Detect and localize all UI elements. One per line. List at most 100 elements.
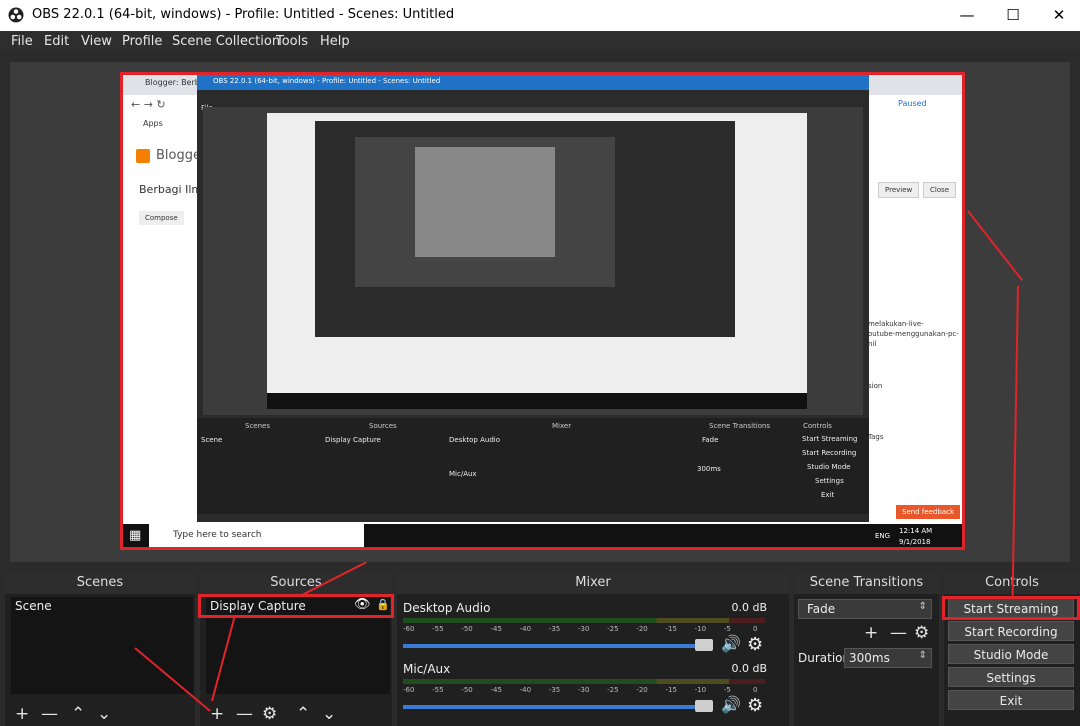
settings-button[interactable]: Settings [948,667,1074,687]
nested-studio-mode: Studio Mode [807,463,851,471]
menu-help[interactable]: Help [320,34,350,49]
nested-menu: File [201,95,865,112]
nested-docks: Scenes Sources Mixer Scene Transitions C… [197,418,869,514]
taskbar-lang: ENG [875,532,891,540]
move-scene-down-button[interactable]: ⌄ [97,704,111,724]
back-icon: ← → ↻ [131,98,166,111]
remove-scene-button[interactable]: — [41,704,58,724]
transition-selected: Fade [807,602,836,616]
meter-tick-label: -5 [723,686,731,694]
inner-preview-button: Preview [878,182,920,198]
mic-aux-meter [403,679,765,684]
nested-taskbar [267,393,807,409]
meter-tick-label: -60 [403,625,415,633]
nested-scene-item: Scene [201,436,223,444]
move-source-up-button[interactable]: ⌃ [296,704,310,724]
side-text-4: sion [868,382,883,390]
nested-mixer-title: Mixer [552,422,572,430]
meter-tick-label: -30 [578,625,590,633]
mic-aux-volume-fader[interactable] [403,705,703,709]
taskbar-time: 12:14 AM [899,527,933,535]
menu-file[interactable]: File [11,34,33,49]
start-recording-button[interactable]: Start Recording [948,621,1074,641]
nested-transitions-title: Scene Transitions [709,422,771,430]
mic-aux-fader-knob[interactable] [695,700,713,712]
send-feedback-button: Send feedback [896,505,961,519]
nested-preview-content [267,113,807,409]
start-streaming-highlight-box [942,596,1080,620]
preview-display[interactable]: Blogger: Berbagi ← → ↻ Paused Apps Blogg… [120,72,965,550]
minimize-icon[interactable]: — [944,0,990,31]
nested-sources-title: Sources [369,422,397,430]
duration-spinbox[interactable]: 300ms ⇕ [844,648,932,668]
mixer-channel-desktop-audio: Desktop Audio 0.0 dB -60 -55 -50 -45 -40 -35-… [403,601,767,659]
nested-scenes-title: Scenes [245,422,270,430]
meter-tick-label: -40 [519,686,532,694]
move-scene-up-button[interactable]: ⌃ [71,704,85,724]
scenes-dock-title: Scenes [5,571,195,594]
menu-edit[interactable]: Edit [44,34,69,49]
meter-tick-label: -40 [519,625,532,633]
meter-tick-label: -25 [607,625,619,633]
desktop-audio-speaker-icon[interactable]: 🔊 [721,634,741,653]
desktop-audio-fader-knob[interactable] [695,639,713,651]
sources-dock-title: Sources [200,571,392,594]
side-text-2: outube-menggunakan-pc- [868,330,959,338]
mic-aux-db: 0.0 dB [731,662,767,675]
add-source-button[interactable]: + [210,704,224,724]
nested-desktop-audio: Desktop Audio [449,436,500,444]
transition-select[interactable]: Fade ⇕ [798,599,932,619]
source-properties-gear-icon[interactable]: ⚙ [262,704,277,724]
scene-item[interactable]: Scene [15,599,52,613]
source-highlight-box [198,594,394,618]
side-text-3: nil [868,340,877,348]
desktop-audio-gear-icon[interactable]: ⚙ [747,634,763,655]
scene-transitions-dock: Scene Transitions Fade ⇕ + — ⚙ Duration … [794,571,939,726]
duration-value: 300ms [849,651,890,665]
scenes-list[interactable]: Scene [11,597,193,694]
exit-button[interactable]: Exit [948,690,1074,710]
meter-tick-label: -50 [461,625,473,633]
windows-start-icon: ▦ [129,528,142,543]
meter-tick-label: -45 [490,686,502,694]
compose-tab: Compose [139,211,184,225]
nested-exit: Exit [821,491,835,499]
meter-tick-label: -10 [694,686,707,694]
desktop-audio-meter [403,618,765,623]
add-transition-button[interactable]: + [864,623,878,643]
meter-tick-label: 0 [753,686,758,694]
studio-mode-button[interactable]: Studio Mode [948,644,1074,664]
transition-gear-icon[interactable]: ⚙ [914,623,929,643]
paused-badge: Paused [898,99,927,108]
meter-tick-label: -50 [461,686,473,694]
meter-tick-label: -15 [665,686,677,694]
add-scene-button[interactable]: + [15,704,29,724]
remove-source-button[interactable]: — [236,704,253,724]
window-titlebar: OBS 22.0.1 (64-bit, windows) - Profile: … [0,0,1080,31]
desktop-audio-volume-fader[interactable] [403,644,703,648]
obs-logo-icon [8,7,24,23]
maximize-icon[interactable]: ☐ [990,0,1036,31]
meter-tick-label: -20 [636,686,648,694]
nested-start-streaming: Start Streaming [802,435,858,443]
menu-scene-collection[interactable]: Scene Collection [172,34,280,49]
menu-tools[interactable]: Tools [276,34,308,49]
menu-view[interactable]: View [81,34,112,49]
nested-start-recording: Start Recording [802,449,857,457]
mic-aux-speaker-icon[interactable]: 🔊 [721,695,741,714]
meter-tick-label: -55 [432,625,444,633]
move-source-down-button[interactable]: ⌄ [322,704,336,724]
close-icon[interactable]: ✕ [1036,0,1080,31]
meter-tick-label: -5 [723,625,731,633]
mic-aux-gear-icon[interactable]: ⚙ [747,695,763,716]
taskbar-search-box: Type here to search [149,524,364,547]
tunnel-image [415,147,555,257]
apps-bookmark: Apps [143,119,163,128]
menu-profile[interactable]: Profile [122,34,162,49]
nested-settings: Settings [815,477,844,485]
meter-tick-label: -10 [694,625,707,633]
mixer-dock-title: Mixer [397,571,789,594]
nested-obs-window: OBS 22.0.1 (64-bit, windows) - Profile: … [197,75,869,522]
remove-transition-button[interactable]: — [890,623,907,643]
meter-tick-label: -20 [636,625,648,633]
